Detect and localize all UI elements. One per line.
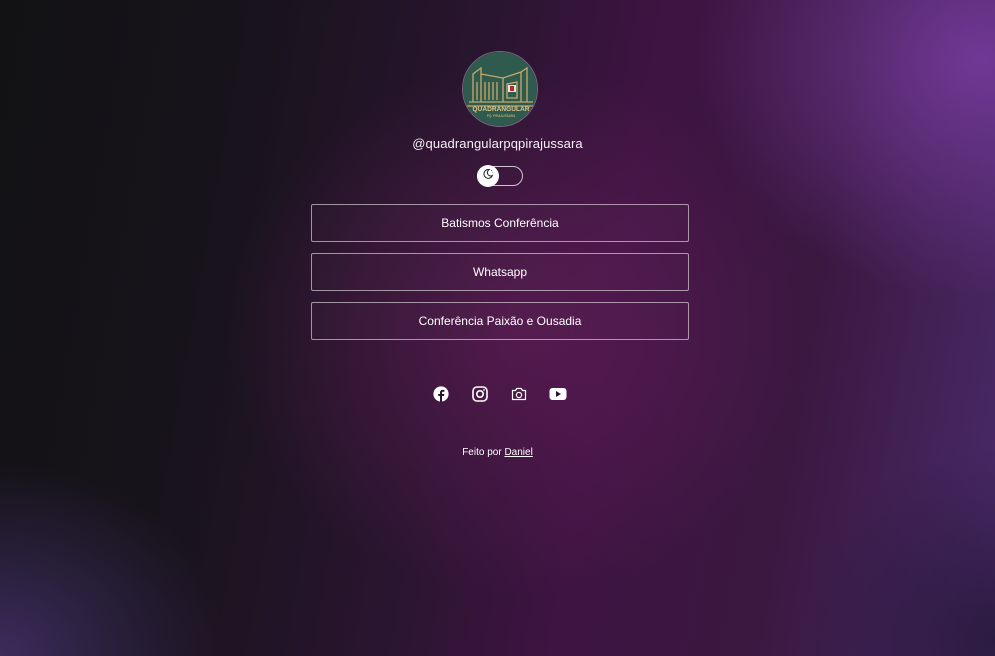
link-button-batismos[interactable]: Batismos Conferência [311, 204, 689, 242]
footer-credit: Feito por Daniel [0, 447, 995, 458]
link-label: Whatsapp [472, 265, 528, 279]
link-button-conferencia[interactable]: Conferência Paixão e Ousadia [311, 302, 689, 340]
author-link[interactable]: Daniel [504, 447, 532, 458]
link-label: Conferência Paixão e Ousadia [418, 314, 582, 328]
link-button-whatsapp[interactable]: Whatsapp [311, 253, 689, 291]
footer-prefix: Feito por [462, 447, 502, 458]
camera-icon[interactable] [509, 384, 529, 404]
church-logo: QUADRANGULAR PQ. PIRAJUSSARA [463, 52, 537, 126]
logo-subtext: PQ. PIRAJUSSARA [487, 114, 516, 118]
linktree-page: QUADRANGULAR PQ. PIRAJUSSARA @quadrangul… [0, 0, 995, 656]
link-label: Batismos Conferência [441, 216, 559, 230]
logo-text: QUADRANGULAR [472, 106, 529, 113]
social-links [0, 384, 995, 404]
youtube-icon[interactable] [548, 384, 568, 404]
moon-icon [482, 167, 494, 185]
avatar: QUADRANGULAR PQ. PIRAJUSSARA [462, 51, 538, 127]
instagram-icon[interactable] [470, 384, 490, 404]
profile-username: @quadrangularpqpirajussara [412, 136, 583, 151]
theme-toggle[interactable] [477, 165, 523, 187]
toggle-knob[interactable] [477, 165, 499, 187]
facebook-icon[interactable] [431, 384, 451, 404]
